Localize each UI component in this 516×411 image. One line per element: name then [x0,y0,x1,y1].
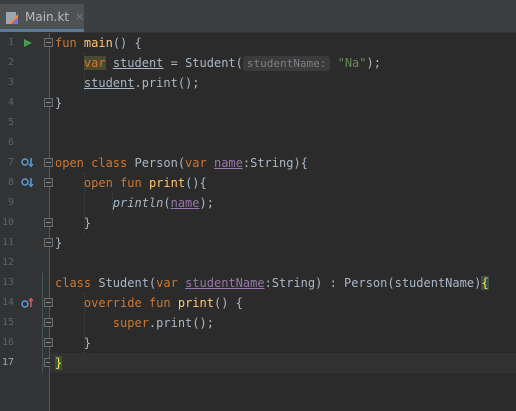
string-literal: "Na" [337,56,367,70]
code-line-17-current: } [50,353,516,373]
line-number: 5 [7,117,14,128]
parameter-hint: studentName: [242,56,331,71]
code-text: :String) : Person(studentName) [264,276,482,290]
code-text: :String){ [242,156,308,170]
line-number: 16 [1,337,14,348]
code-text: () { [213,296,243,310]
line-number: 11 [1,237,14,248]
code-text: .print(); [134,76,200,90]
code-text: ); [199,196,214,210]
line-number: 10 [1,217,14,228]
code-editor[interactable]: fun main() { var student = Student(stude… [42,33,516,411]
matched-brace: { [481,276,489,290]
keyword: var [185,156,207,170]
function-name: main [83,36,113,50]
variable: student [112,56,164,70]
keyword: fun [55,36,77,50]
code-line-4: } [50,93,516,113]
code-line-7: open class Person(var name:String){ [50,153,516,173]
variable: student [83,76,135,90]
keyword: open fun [83,176,142,190]
scope-guide [42,273,43,373]
code-text: ( [163,196,171,210]
function-name: print [177,296,214,310]
code-text: Student( [91,276,157,290]
line-number: 12 [1,257,14,268]
line-number: 14 [1,297,14,308]
line-number: 13 [1,277,14,288]
line-number: 8 [7,177,14,188]
code-line-10: } [50,213,516,233]
tab-label: Main.kt [25,9,70,24]
keyword: var [156,276,178,290]
function-call: println [112,196,164,210]
keyword: super [112,316,149,330]
line-number-current: 17 [1,357,14,368]
brace: } [83,216,92,230]
matched-brace: } [55,356,63,370]
line-number: 3 [7,77,14,88]
line-number: 2 [7,57,14,68]
keyword: var [83,56,106,70]
run-icon[interactable] [20,33,36,53]
kotlin-file-icon [5,10,19,24]
code-text: () { [112,36,142,50]
code-line-3: student.print(); [50,73,516,93]
code-text: = Student( [163,56,243,70]
line-number: 15 [1,317,14,328]
line-number: 6 [7,137,14,148]
code-text: (){ [185,176,207,190]
line-number: 9 [7,197,14,208]
editor-tab-bar: Main.kt × [0,0,516,33]
code-line-15: super.print(); [50,313,516,333]
keyword: override fun [83,296,171,310]
code-line-1: fun main() { [50,33,516,53]
property: name [213,156,243,170]
brace: } [55,236,63,250]
line-number: 7 [7,157,14,168]
brace: } [55,96,63,110]
code-text: ); [366,56,381,70]
code-line-9: println(name); [50,193,516,213]
brace: } [83,336,92,350]
property: studentName [185,276,265,290]
code-text: Person( [127,156,186,170]
function-name: print [148,176,186,190]
code-line-11: } [50,233,516,253]
overridden-down-icon[interactable] [20,173,36,193]
implemented-down-icon[interactable] [20,153,36,173]
code-line-14: override fun print() { [50,293,516,313]
property: name [170,196,200,210]
overrides-up-icon[interactable] [20,293,36,313]
line-number: 1 [7,37,14,48]
code-line-2: var student = Student(studentName: "Na")… [50,53,516,73]
code-line-8: open fun print(){ [50,173,516,193]
code-text: .print(); [148,316,214,330]
code-line-13: class Student(var studentName:String) : … [50,273,516,293]
keyword: open class [55,156,128,170]
line-number: 4 [7,97,14,108]
tab-main-kt[interactable]: Main.kt × [0,4,84,32]
code-line-16: } [50,333,516,353]
close-tab-icon[interactable]: × [75,10,84,23]
keyword: class [55,276,92,290]
